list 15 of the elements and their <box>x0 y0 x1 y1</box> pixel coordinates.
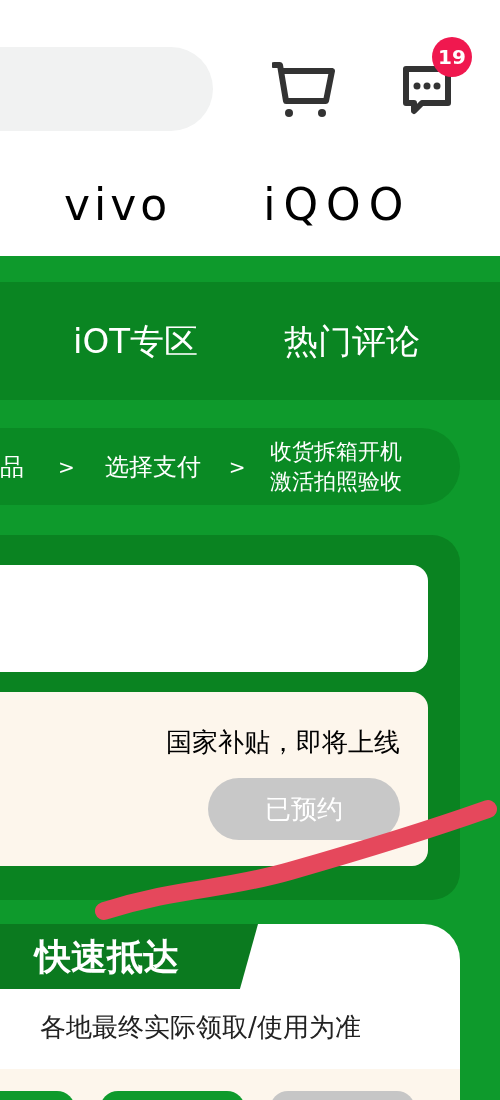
chevron-icon: > <box>58 451 75 482</box>
cart-icon[interactable] <box>272 61 336 119</box>
delivery-note: 各地最终实际领取/使用为准 <box>40 1011 362 1044</box>
tab[interactable]: iOT专区 <box>73 315 198 367</box>
brand-logo[interactable]: vivo <box>64 172 172 238</box>
subsidy-notice: 国家补贴，即将上线 <box>166 726 400 759</box>
step-label: 选择支付 <box>104 451 201 482</box>
chevron-icon: > <box>228 451 246 482</box>
delivery-title: 快速抵达 <box>0 924 258 989</box>
step-label: 品 <box>0 451 24 482</box>
tab[interactable]: 热门评论 <box>284 315 420 367</box>
notification-badge: 19 <box>432 37 472 77</box>
step-label: 收货拆箱开机 激活拍照验收 <box>269 437 402 496</box>
brand-logo[interactable]: iQOO <box>263 172 412 238</box>
chat-icon[interactable] <box>400 63 454 117</box>
